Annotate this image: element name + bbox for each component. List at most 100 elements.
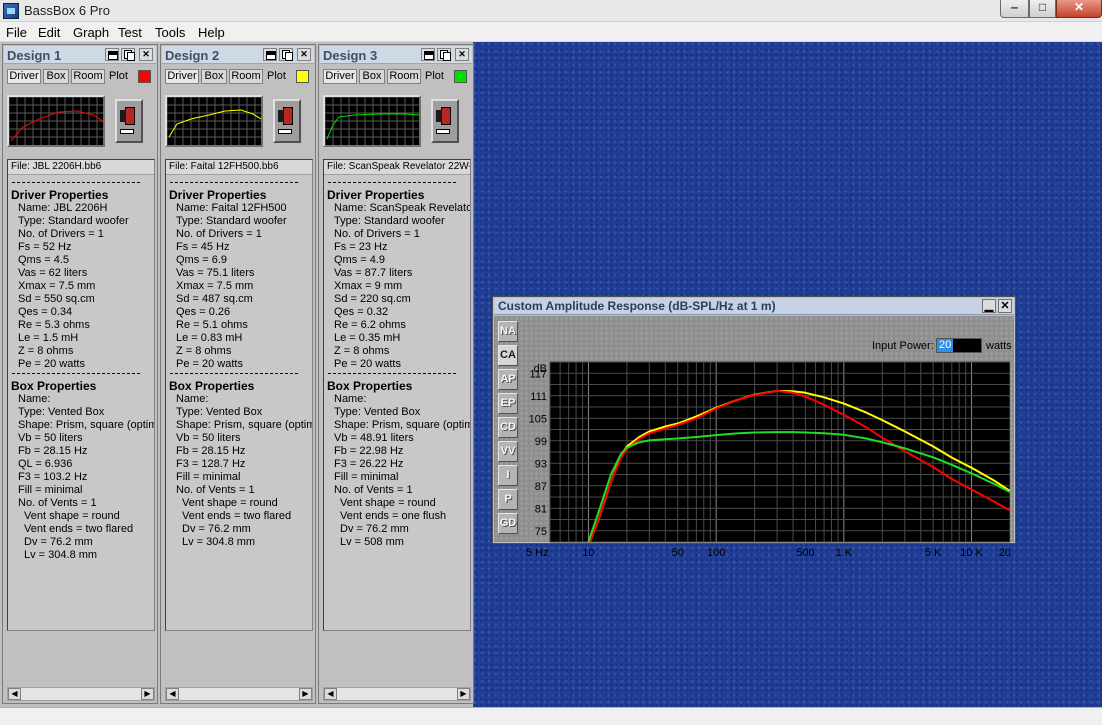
copy-icon[interactable]	[121, 48, 135, 61]
scroll-left-arrow[interactable]: ◀	[324, 688, 337, 700]
y-tick-label: 87	[535, 481, 547, 493]
menu-graph[interactable]: Graph	[73, 25, 109, 40]
panel-tabs: Driver Box Room Plot	[7, 69, 155, 85]
box-property: Lv = 508 mm	[340, 536, 404, 548]
driver-property: Qms = 4.9	[334, 254, 386, 266]
box-property: Vb = 48.91 liters	[334, 432, 414, 444]
tab-room[interactable]: Room	[387, 69, 421, 84]
box-property: Type: Vented Box	[334, 406, 421, 418]
graph-button-ap[interactable]: AP	[498, 369, 518, 390]
panel-tabs: Driver Box Room Plot	[165, 69, 313, 85]
horizontal-scrollbar[interactable]: ◀ ▶	[7, 687, 155, 701]
plot-color-swatch[interactable]	[296, 70, 309, 83]
panel-close-button[interactable]: ✕	[139, 48, 153, 61]
driver-property: Name: ScanSpeak Revelator	[334, 202, 471, 214]
amplitude-window-titlebar[interactable]: Custom Amplitude Response (dB-SPL/Hz at …	[494, 298, 1014, 315]
graph-button-ca[interactable]: CA	[498, 345, 518, 366]
divider	[170, 182, 298, 183]
response-thumbnail[interactable]	[165, 95, 263, 147]
save-icon[interactable]	[105, 48, 119, 61]
minimize-button[interactable]: ‒	[1000, 0, 1029, 18]
graph-button-ep[interactable]: EP	[498, 393, 518, 414]
menu-help[interactable]: Help	[198, 25, 225, 40]
tab-driver[interactable]: Driver	[165, 69, 199, 84]
driver-property: Vas = 62 liters	[18, 267, 88, 279]
driver-property: Qes = 0.34	[18, 306, 73, 318]
menu-edit[interactable]: Edit	[38, 25, 60, 40]
scroll-left-arrow[interactable]: ◀	[166, 688, 179, 700]
menu-tools[interactable]: Tools	[155, 25, 185, 40]
menu-test[interactable]: Test	[118, 25, 142, 40]
plot-color-swatch[interactable]	[454, 70, 467, 83]
copy-icon[interactable]	[437, 48, 451, 61]
driver-property: Xmax = 9 mm	[334, 280, 403, 292]
close-button[interactable]: ✕	[1056, 0, 1102, 18]
driver-properties-header: Driver Properties	[169, 188, 267, 202]
scroll-right-arrow[interactable]: ▶	[299, 688, 312, 700]
scroll-right-arrow[interactable]: ▶	[457, 688, 470, 700]
speaker-box-icon[interactable]	[273, 99, 301, 143]
tab-box[interactable]: Box	[43, 69, 69, 84]
box-property: No. of Vents = 1	[176, 484, 255, 496]
driver-property: No. of Drivers = 1	[176, 228, 262, 240]
graph-button-na[interactable]: NA	[498, 321, 518, 342]
box-property: Name:	[176, 393, 209, 405]
tab-box[interactable]: Box	[359, 69, 385, 84]
tab-driver[interactable]: Driver	[323, 69, 357, 84]
menu-file[interactable]: File	[6, 25, 27, 40]
save-icon[interactable]	[263, 48, 277, 61]
graph-button-vv[interactable]: VV	[498, 441, 518, 462]
tab-driver[interactable]: Driver	[7, 69, 41, 84]
horizontal-scrollbar[interactable]: ◀ ▶	[323, 687, 471, 701]
input-power-field[interactable]: 20	[936, 338, 982, 353]
box-property: Fill = minimal	[334, 471, 399, 483]
amplitude-minimize-button[interactable]: ▁	[982, 299, 996, 313]
box-properties-header: Box Properties	[327, 379, 413, 393]
design-panel-3: Design 3 ✕ Driver Box Room Plot File: ScanSpea…	[318, 44, 474, 704]
maximize-button[interactable]: □	[1029, 0, 1056, 18]
driver-property: Name: JBL 2206H	[18, 202, 108, 214]
driver-property: Name: Faital 12FH500	[176, 202, 287, 214]
save-icon[interactable]	[421, 48, 435, 61]
scroll-left-arrow[interactable]: ◀	[8, 688, 21, 700]
box-property: Type: Vented Box	[176, 406, 263, 418]
box-property: Name:	[334, 393, 367, 405]
driver-property: Sd = 550 sq.cm	[18, 293, 95, 305]
copy-icon[interactable]	[279, 48, 293, 61]
graph-button-gd[interactable]: GD	[498, 513, 518, 534]
driver-properties-header: Driver Properties	[11, 188, 109, 202]
tab-room[interactable]: Room	[71, 69, 105, 84]
box-property: Dv = 76.2 mm	[340, 523, 409, 535]
amplitude-response-chart: 7581879399105111117dB5 Hz 10 50 100 500 1 K5 …	[526, 361, 1010, 559]
driver-property: Z = 8 ohms	[18, 345, 74, 357]
response-thumbnail[interactable]	[323, 95, 421, 147]
driver-property: Re = 5.1 ohms	[176, 319, 248, 331]
tab-box[interactable]: Box	[201, 69, 227, 84]
plot-label: Plot	[425, 70, 444, 82]
box-properties-header: Box Properties	[169, 379, 255, 393]
panel-close-button[interactable]: ✕	[455, 48, 469, 61]
horizontal-scrollbar[interactable]: ◀ ▶	[165, 687, 313, 701]
graph-button-i[interactable]: I	[498, 465, 518, 486]
input-power-label: Input Power:	[872, 340, 934, 352]
speaker-box-icon[interactable]	[115, 99, 143, 143]
response-thumbnail[interactable]	[7, 95, 105, 147]
amplitude-window-body: NA CA AP EP CD VV I P GD Input Power: 20 watts 7…	[494, 316, 1014, 559]
design-panel-2: Design 2 ✕ Driver Box Room Plot File: Faital 1…	[160, 44, 316, 704]
panel-close-button[interactable]: ✕	[297, 48, 311, 61]
graph-button-cd[interactable]: CD	[498, 417, 518, 438]
y-tick-label: 99	[535, 436, 547, 448]
file-name: File: Faital 12FH500.bb6	[166, 160, 312, 175]
scroll-right-arrow[interactable]: ▶	[141, 688, 154, 700]
driver-cone-icon	[436, 107, 451, 125]
x-tick-label: 1 K	[836, 547, 853, 559]
title-bar: BassBox 6 Pro ‒ □ ✕	[0, 0, 1102, 22]
driver-property: Fs = 23 Hz	[334, 241, 388, 253]
plot-color-swatch[interactable]	[138, 70, 151, 83]
driver-property: Sd = 220 sq.cm	[334, 293, 411, 305]
graph-button-p[interactable]: P	[498, 489, 518, 510]
speaker-box-icon[interactable]	[431, 99, 459, 143]
tab-room[interactable]: Room	[229, 69, 263, 84]
driver-property: Type: Standard woofer	[18, 215, 129, 227]
amplitude-close-button[interactable]: ✕	[998, 299, 1012, 313]
